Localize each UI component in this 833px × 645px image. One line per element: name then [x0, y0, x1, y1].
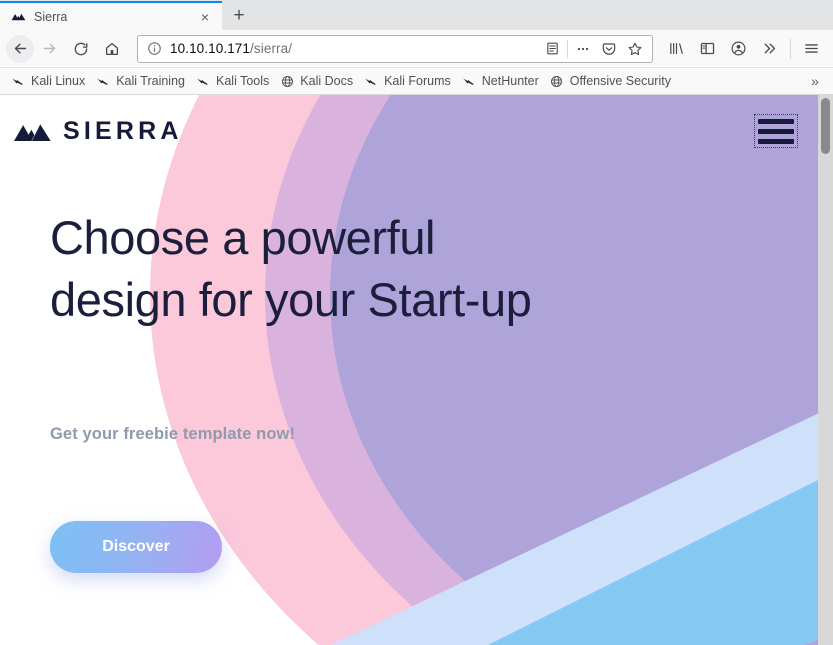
- pocket-icon[interactable]: [596, 36, 622, 62]
- bookmarks-bar: Kali Linux Kali Training Kali Tools Kali…: [0, 68, 833, 95]
- kali-dragon-icon: [95, 73, 111, 89]
- sidebar-icon[interactable]: [692, 34, 723, 64]
- bookmark-label: Kali Tools: [216, 74, 270, 88]
- info-icon[interactable]: [147, 41, 162, 56]
- sierra-mountain-icon: [14, 116, 54, 146]
- bookmark-label: Kali Training: [116, 74, 185, 88]
- bookmark-label: Offensive Security: [569, 74, 671, 88]
- bookmark-nethunter[interactable]: NetHunter: [457, 70, 545, 92]
- bookmark-kali-docs[interactable]: Kali Docs: [275, 70, 359, 92]
- bookmark-kali-training[interactable]: Kali Training: [91, 70, 191, 92]
- tab-strip: Sierra × +: [0, 0, 833, 30]
- discover-button[interactable]: Discover: [50, 521, 222, 573]
- back-icon[interactable]: [6, 34, 34, 63]
- bookmark-offensive-security[interactable]: Offensive Security: [545, 70, 677, 92]
- navigation-toolbar: 10.10.10.171/sierra/: [0, 30, 833, 68]
- bookmark-label: Kali Forums: [384, 74, 451, 88]
- site-header: SIERRA: [0, 95, 818, 167]
- bookmark-kali-forums[interactable]: Kali Forums: [359, 70, 457, 92]
- divider: [790, 38, 791, 59]
- library-icon[interactable]: [661, 34, 692, 64]
- new-tab-button[interactable]: +: [222, 1, 256, 30]
- url-host: 10.10.10.171: [170, 41, 251, 56]
- hamburger-menu-icon[interactable]: [754, 114, 798, 148]
- tab-title: Sierra: [34, 9, 68, 24]
- hamburger-bar: [758, 128, 794, 134]
- browser-tab-sierra[interactable]: Sierra ×: [0, 1, 222, 30]
- hero-title-line-2: design for your Start-up: [50, 273, 532, 326]
- bookmark-label: NetHunter: [481, 74, 539, 88]
- home-icon[interactable]: [96, 34, 127, 64]
- close-icon[interactable]: ×: [196, 8, 214, 26]
- sierra-mountain-icon: [10, 9, 26, 25]
- divider: [567, 39, 568, 58]
- url-bar[interactable]: 10.10.10.171/sierra/: [137, 34, 653, 63]
- bookmark-label: Kali Docs: [300, 74, 354, 88]
- bookmark-label: Kali Linux: [31, 74, 86, 88]
- hero-subtitle: Get your freebie template now!: [50, 425, 296, 443]
- url-path: /sierra/: [250, 41, 293, 56]
- chevron-double-right-icon[interactable]: [754, 34, 785, 64]
- account-icon[interactable]: [723, 34, 754, 64]
- kali-dragon-icon: [461, 73, 477, 89]
- hamburger-menu-icon[interactable]: [796, 34, 827, 64]
- globe-icon: [549, 73, 565, 89]
- site-logo-text: SIERRA: [63, 116, 183, 145]
- globe-icon: [279, 73, 295, 89]
- scrollbar-thumb[interactable]: [821, 98, 830, 154]
- ellipsis-icon[interactable]: [570, 36, 596, 62]
- page-viewport: SIERRA Choose a powerful design for your…: [0, 95, 833, 645]
- hero-section: Choose a powerful design for your Start-…: [50, 207, 670, 573]
- site-logo[interactable]: SIERRA: [14, 116, 183, 146]
- reader-view-icon[interactable]: [539, 36, 565, 62]
- forward-icon: [34, 34, 65, 64]
- bookmarks-overflow-button[interactable]: »: [803, 70, 827, 92]
- hamburger-bar: [758, 118, 794, 124]
- toolbar-right-group: [661, 34, 827, 64]
- kali-dragon-icon: [195, 73, 211, 89]
- page-scrollbar[interactable]: [818, 95, 833, 645]
- kali-dragon-icon: [363, 73, 379, 89]
- star-icon[interactable]: [622, 36, 648, 62]
- kali-dragon-icon: [10, 73, 26, 89]
- sierra-landing-page: SIERRA Choose a powerful design for your…: [0, 95, 818, 645]
- bookmark-kali-linux[interactable]: Kali Linux: [6, 70, 91, 92]
- url-input[interactable]: 10.10.10.171/sierra/: [170, 41, 539, 56]
- hamburger-bar: [758, 138, 794, 144]
- hero-title-line-1: Choose a powerful: [50, 211, 436, 264]
- bookmark-kali-tools[interactable]: Kali Tools: [191, 70, 275, 92]
- reload-icon[interactable]: [65, 34, 96, 64]
